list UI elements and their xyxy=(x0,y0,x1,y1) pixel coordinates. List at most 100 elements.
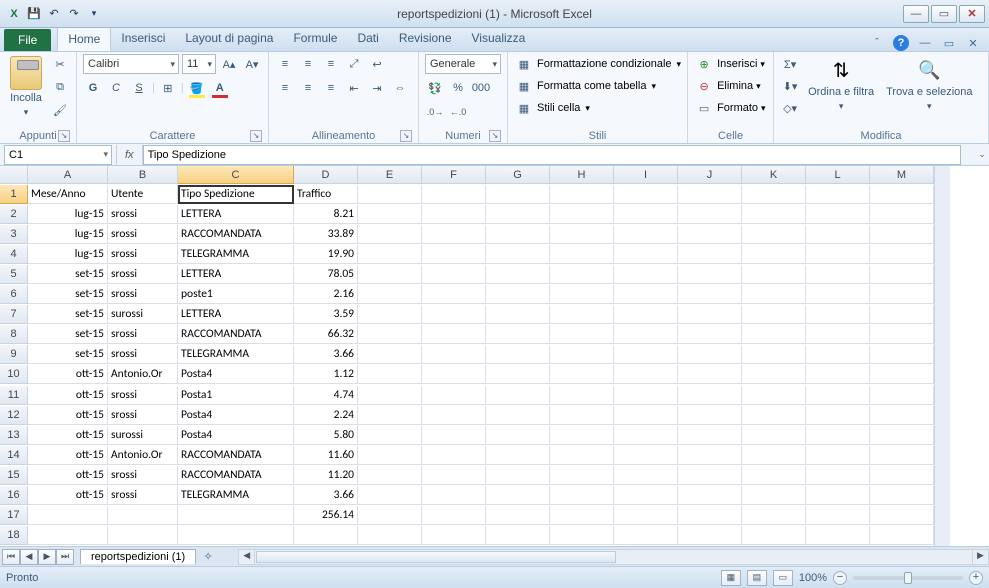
cell[interactable] xyxy=(678,506,742,525)
cell[interactable] xyxy=(614,406,678,425)
cell[interactable] xyxy=(28,506,108,525)
cell[interactable]: Antonio.Or xyxy=(108,446,178,465)
cell[interactable] xyxy=(550,245,614,264)
column-header[interactable]: K xyxy=(742,166,806,184)
cell[interactable]: Traffico xyxy=(294,185,358,204)
cell[interactable] xyxy=(422,466,486,485)
cell[interactable] xyxy=(358,205,422,224)
row-header[interactable]: 2 xyxy=(0,205,28,224)
window-close-icon[interactable]: ✕ xyxy=(965,35,981,51)
cell[interactable]: lug-15 xyxy=(28,225,108,244)
cell[interactable] xyxy=(550,406,614,425)
cell[interactable] xyxy=(870,265,934,284)
cell[interactable] xyxy=(806,446,870,465)
cell[interactable] xyxy=(870,225,934,244)
cell[interactable] xyxy=(486,345,550,364)
cell[interactable] xyxy=(358,526,422,545)
row-header[interactable]: 3 xyxy=(0,225,28,244)
sort-filter-button[interactable]: ⇅ Ordina e filtra▾ xyxy=(804,54,878,114)
dialog-launcher-icon[interactable]: ↘ xyxy=(400,130,412,142)
cell[interactable] xyxy=(742,506,806,525)
cell[interactable] xyxy=(422,285,486,304)
column-header[interactable]: H xyxy=(550,166,614,184)
cell[interactable]: srossi xyxy=(108,245,178,264)
wrap-text-icon[interactable]: ↩ xyxy=(367,54,387,74)
cell[interactable] xyxy=(358,386,422,405)
cell[interactable]: surossi xyxy=(108,426,178,445)
cell[interactable] xyxy=(742,225,806,244)
column-header[interactable]: I xyxy=(614,166,678,184)
cell[interactable] xyxy=(550,205,614,224)
cell-grid[interactable]: ABCDEFGHIJKLM1Mese/AnnoUtenteTipo Spediz… xyxy=(0,166,934,546)
cell[interactable] xyxy=(806,426,870,445)
cell[interactable] xyxy=(486,386,550,405)
sheet-nav-next-icon[interactable]: ▶ xyxy=(38,549,56,565)
cell[interactable]: srossi xyxy=(108,406,178,425)
minimize-ribbon-icon[interactable]: ˆ xyxy=(869,35,885,51)
cell[interactable]: lug-15 xyxy=(28,205,108,224)
cell[interactable]: 4.74 xyxy=(294,386,358,405)
shrink-font-icon[interactable]: A▾ xyxy=(242,54,262,74)
merge-center-icon[interactable]: ⇔ xyxy=(390,78,410,98)
cell[interactable] xyxy=(742,365,806,384)
fill-icon[interactable]: ⬇▾ xyxy=(780,76,800,96)
row-header[interactable]: 9 xyxy=(0,345,28,364)
tab-revisione[interactable]: Revisione xyxy=(389,27,462,51)
cell[interactable] xyxy=(550,386,614,405)
cell[interactable] xyxy=(358,305,422,324)
comma-icon[interactable]: 000 xyxy=(471,78,491,98)
sheet-tab[interactable]: reportspedizioni (1) xyxy=(80,549,196,564)
cell[interactable] xyxy=(550,305,614,324)
cell[interactable] xyxy=(614,386,678,405)
cell[interactable]: 2.16 xyxy=(294,285,358,304)
cell[interactable]: TELEGRAMMA xyxy=(178,486,294,505)
cell[interactable]: 19.90 xyxy=(294,245,358,264)
cell[interactable] xyxy=(870,205,934,224)
cell[interactable] xyxy=(678,386,742,405)
cell[interactable] xyxy=(422,185,486,204)
file-tab[interactable]: File xyxy=(4,29,51,51)
cell[interactable] xyxy=(614,345,678,364)
tab-formule[interactable]: Formule xyxy=(283,27,347,51)
fill-color-icon[interactable]: 🪣 xyxy=(187,78,207,98)
maximize-button[interactable]: ▭ xyxy=(931,5,957,23)
copy-icon[interactable]: ⧉ xyxy=(50,77,70,97)
cell[interactable] xyxy=(422,386,486,405)
cell[interactable] xyxy=(806,185,870,204)
cell[interactable] xyxy=(614,245,678,264)
cell[interactable]: Posta4 xyxy=(178,365,294,384)
cell[interactable]: set-15 xyxy=(28,345,108,364)
cell[interactable]: set-15 xyxy=(28,265,108,284)
cell[interactable] xyxy=(550,426,614,445)
cell[interactable]: Posta4 xyxy=(178,426,294,445)
cell[interactable] xyxy=(486,526,550,545)
cell[interactable]: LETTERA xyxy=(178,305,294,324)
cell[interactable] xyxy=(806,205,870,224)
column-header[interactable]: D xyxy=(294,166,358,184)
cell[interactable] xyxy=(422,305,486,324)
format-as-table-button[interactable]: ▦Formatta come tabella▾ xyxy=(514,76,681,96)
cell[interactable] xyxy=(486,365,550,384)
indent-decrease-icon[interactable]: ⇤ xyxy=(344,78,364,98)
cell[interactable] xyxy=(678,265,742,284)
tab-layout-di-pagina[interactable]: Layout di pagina xyxy=(175,27,283,51)
cell[interactable] xyxy=(422,325,486,344)
indent-increase-icon[interactable]: ⇥ xyxy=(367,78,387,98)
column-header[interactable]: F xyxy=(422,166,486,184)
column-header[interactable]: L xyxy=(806,166,870,184)
paste-button[interactable]: Incolla ▾ xyxy=(6,54,46,120)
page-layout-view-icon[interactable]: ▤ xyxy=(747,570,767,586)
cell[interactable] xyxy=(870,185,934,204)
cell[interactable] xyxy=(614,486,678,505)
cell[interactable]: Utente xyxy=(108,185,178,204)
cell[interactable] xyxy=(678,345,742,364)
cell[interactable]: RACCOMANDATA xyxy=(178,466,294,485)
row-header[interactable]: 13 xyxy=(0,426,28,445)
cell[interactable] xyxy=(614,285,678,304)
cell[interactable] xyxy=(870,526,934,545)
cell[interactable] xyxy=(614,325,678,344)
cell[interactable] xyxy=(742,245,806,264)
cell[interactable] xyxy=(358,406,422,425)
cell[interactable] xyxy=(806,305,870,324)
cell[interactable] xyxy=(422,506,486,525)
